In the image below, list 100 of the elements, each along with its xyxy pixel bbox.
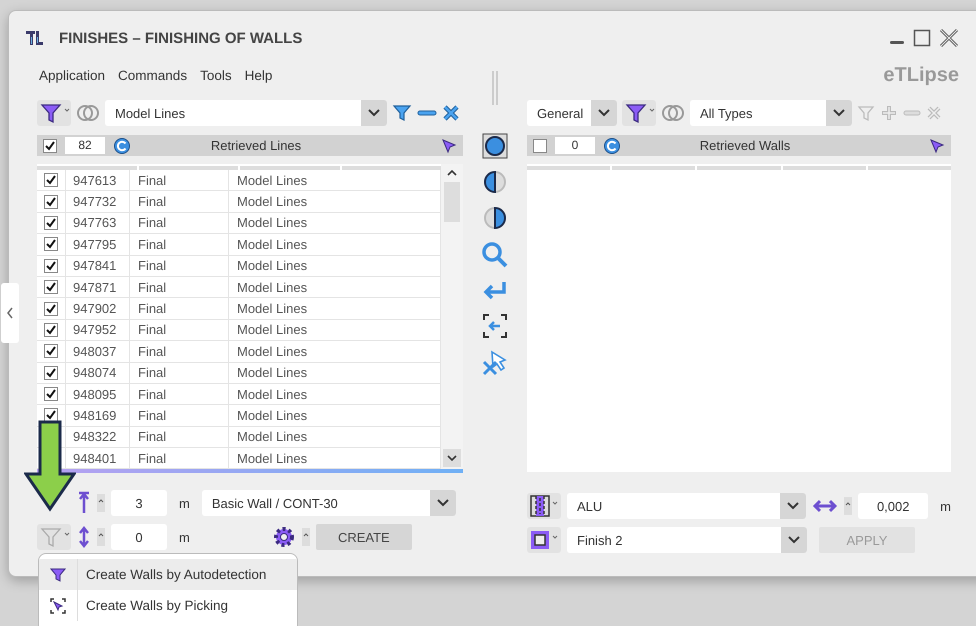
select-all-checkbox[interactable] — [533, 138, 547, 152]
unit-label: m — [179, 530, 190, 545]
table-cell: Final — [130, 426, 229, 448]
focus-arrow-icon[interactable] — [482, 313, 508, 339]
table-cell: Final — [130, 276, 229, 298]
cancel-pointer-icon[interactable] — [481, 349, 509, 377]
select-all-checkbox[interactable] — [43, 138, 57, 152]
row-checkbox[interactable] — [44, 194, 58, 209]
spin-up-icon[interactable] — [97, 494, 105, 512]
table-cell: 947763 — [66, 212, 130, 234]
menu-item[interactable]: Tools — [200, 68, 232, 82]
table-cell: 948095 — [66, 384, 130, 404]
scroll-down-icon[interactable] — [443, 449, 461, 468]
spin-up-icon[interactable] — [302, 528, 310, 546]
caret-icon — [552, 501, 558, 505]
table-cell: 948401 — [66, 448, 130, 468]
table-cell: 947871 — [66, 276, 130, 298]
caret-icon — [64, 108, 70, 112]
close-icon[interactable] — [939, 28, 959, 48]
close-icon[interactable] — [442, 104, 460, 122]
refresh-icon[interactable] — [603, 136, 621, 154]
unit-label: m — [940, 498, 951, 514]
unit-label: m — [179, 496, 190, 511]
table-title: Retrieved Walls — [698, 138, 792, 153]
menu-item[interactable]: Commands — [118, 68, 188, 82]
offset-field[interactable]: 0 — [111, 524, 167, 550]
row-checkbox[interactable] — [44, 280, 58, 294]
row-checkbox[interactable] — [44, 237, 58, 252]
count-field: 0 — [555, 137, 595, 154]
finish-combo[interactable]: Finish 2 — [567, 527, 807, 553]
category-combo[interactable]: Model Lines — [105, 100, 387, 126]
menu-item[interactable]: Create Walls by Autodetection — [39, 559, 297, 590]
full-circle-icon[interactable] — [482, 133, 508, 159]
table-cell: 948037 — [66, 341, 130, 362]
row-checkbox[interactable] — [44, 408, 58, 422]
vertical-arrows-icon — [77, 525, 91, 550]
height-field[interactable]: 3 — [111, 490, 167, 516]
right-half-circle-icon[interactable] — [482, 205, 508, 231]
table-cell: 948322 — [66, 426, 130, 448]
window-title: FINISHES – FINISHING OF WALLS — [59, 30, 302, 46]
chevron-down-icon — [833, 109, 845, 117]
splitter-handle[interactable] — [492, 71, 498, 105]
search-icon[interactable] — [481, 241, 509, 269]
cursor-icon[interactable] — [929, 138, 945, 154]
row-checkbox[interactable] — [44, 216, 58, 230]
row-checkbox[interactable] — [44, 322, 58, 337]
filter-icon — [625, 102, 647, 124]
menu-item[interactable]: Help — [244, 68, 272, 82]
filter-icon — [40, 526, 62, 548]
cursor-icon[interactable] — [441, 138, 457, 154]
menu-item[interactable]: Create Walls by Picking — [39, 590, 297, 621]
left-half-circle-icon[interactable] — [482, 169, 508, 195]
table-cell: Final — [130, 298, 229, 319]
row-checkbox[interactable] — [44, 366, 58, 380]
table-cell: 948074 — [66, 362, 130, 383]
row-checkbox[interactable] — [44, 173, 58, 188]
pick-icon — [50, 598, 66, 614]
caret-icon — [64, 532, 70, 536]
square-icon — [530, 530, 550, 550]
table-cell: Final — [130, 405, 229, 426]
refresh-icon[interactable] — [113, 136, 131, 154]
filter-icon — [40, 102, 62, 124]
chevron-down-icon — [788, 536, 800, 544]
filter-icon[interactable] — [392, 103, 412, 123]
wall-type-combo[interactable]: Basic Wall / CONT-30 — [202, 490, 456, 516]
table-cell: Final — [130, 191, 229, 212]
spin-up-icon[interactable] — [97, 528, 105, 546]
row-checkbox[interactable] — [44, 344, 58, 358]
filter-icon — [50, 566, 66, 582]
settings-icon[interactable] — [272, 525, 296, 550]
menu-item[interactable]: Application — [39, 68, 106, 82]
row-checkbox[interactable] — [44, 302, 58, 316]
type-combo[interactable]: All Types — [690, 100, 852, 126]
layer-dropdown-button[interactable] — [527, 493, 561, 519]
count-field: 82 — [65, 137, 105, 154]
chevron-down-icon — [787, 502, 800, 510]
material-combo[interactable]: ALU — [566, 493, 806, 519]
table-cell: 947732 — [66, 191, 130, 212]
app-logo-icon — [25, 29, 45, 47]
table-cell: Final — [130, 256, 229, 276]
row-checkbox[interactable] — [44, 258, 58, 273]
scroll-up-icon[interactable] — [446, 168, 458, 178]
thickness-field[interactable]: 0,002 — [858, 493, 928, 519]
finish-dropdown-button[interactable] — [527, 527, 561, 553]
table-cell: Final — [130, 320, 229, 340]
height-icon — [77, 491, 91, 516]
view-combo[interactable]: General — [527, 100, 617, 126]
create-button[interactable]: CREATE — [316, 524, 412, 550]
table-cell: 947952 — [66, 320, 130, 340]
caret-icon — [649, 108, 655, 112]
filter-dropdown-button[interactable] — [37, 100, 71, 126]
table-cell: Final — [130, 362, 229, 383]
filter-dropdown-button[interactable] — [622, 100, 656, 126]
row-checkbox[interactable] — [44, 387, 58, 402]
brand-logo: eTLipse — [883, 64, 959, 86]
table-cell: 947613 — [66, 170, 130, 190]
chevron-down-icon — [368, 109, 380, 117]
table-cell: Final — [130, 341, 229, 362]
maximize-icon[interactable] — [913, 29, 931, 47]
spin-up-icon[interactable] — [844, 497, 852, 515]
